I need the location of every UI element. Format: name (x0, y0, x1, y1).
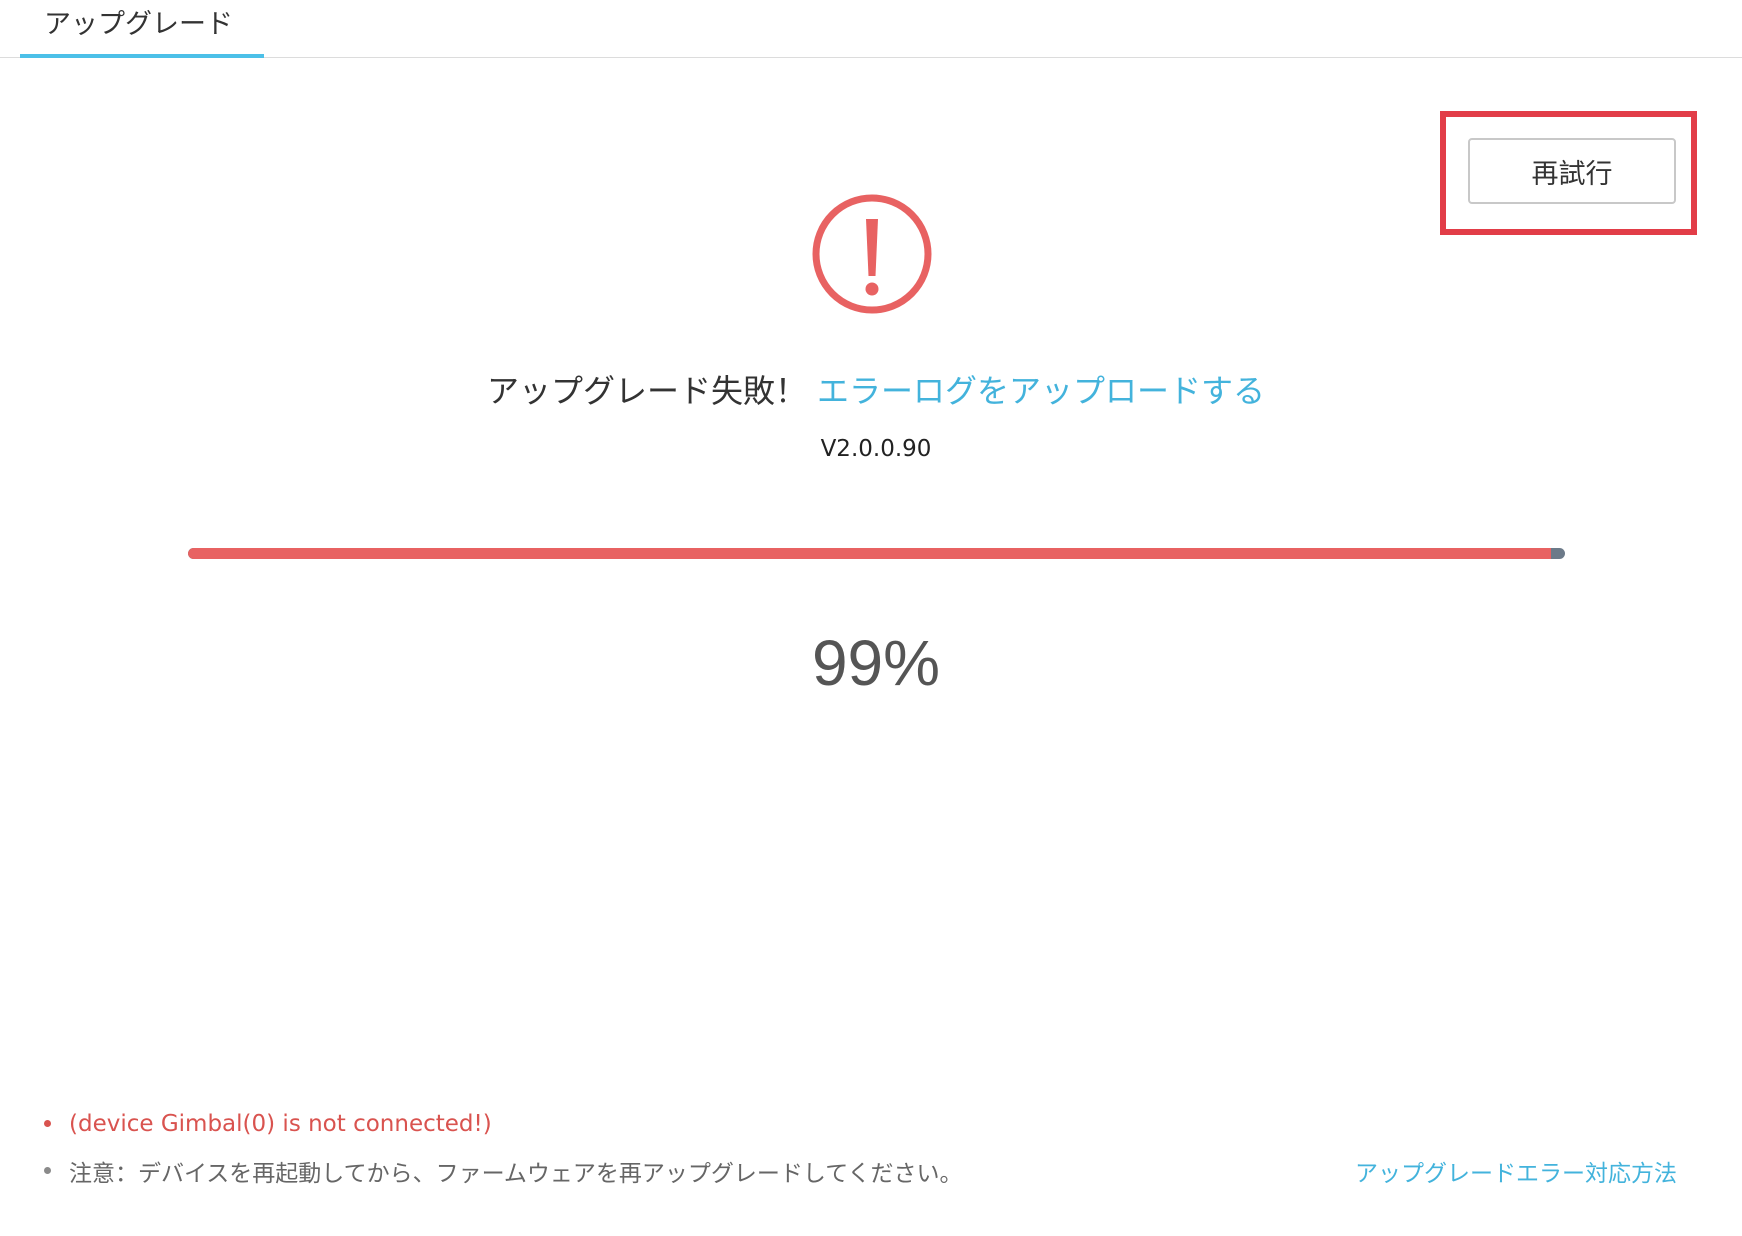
hint-note: 注意：デバイスを再起動してから、ファームウェアを再アップグレードしてください。 (69, 1160, 963, 1187)
tab-bar: アップグレード (0, 0, 1742, 58)
progress-bar (188, 548, 1565, 559)
error-note: (device Gimbal(0) is not connected!) (69, 1110, 492, 1137)
tab-upgrade-label: アップグレード (44, 9, 233, 40)
progress-bar-fill (188, 548, 1552, 559)
list-item: 注意：デバイスを再起動してから、ファームウェアを再アップグレードしてください。 … (44, 1147, 1704, 1194)
upload-error-log-link[interactable]: エラーログをアップロードする (817, 372, 1265, 410)
bullet-icon (44, 1120, 51, 1127)
upgrade-error-help-link[interactable]: アップグレードエラー対応方法 (1355, 1154, 1677, 1188)
firmware-version: V2.0.0.90 (820, 436, 932, 462)
exclamation-circle-icon (812, 194, 932, 314)
tab-upgrade[interactable]: アップグレード (20, 0, 264, 58)
status-message-line: アップグレード失敗！ エラーログをアップロードする (0, 366, 1742, 412)
bullet-icon (44, 1167, 51, 1174)
retry-button[interactable]: 再試行 (1468, 138, 1676, 204)
list-item: (device Gimbal(0) is not connected!) (44, 1100, 1704, 1147)
status-message: アップグレード失敗！ (486, 372, 807, 410)
active-tab-indicator (20, 54, 264, 58)
progress-percent: 99% (811, 627, 941, 699)
notes-list: (device Gimbal(0) is not connected!) 注意：… (44, 1100, 1704, 1194)
